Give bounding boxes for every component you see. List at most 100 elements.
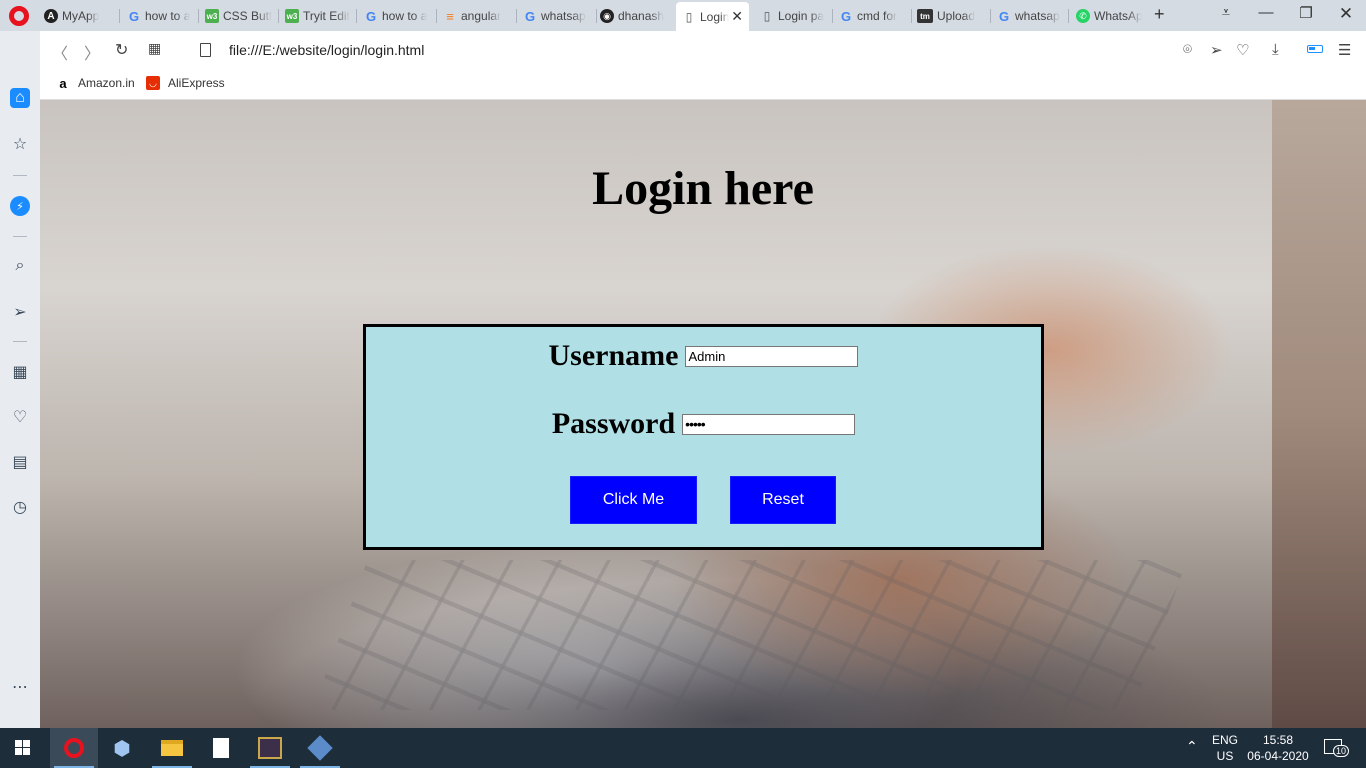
taskbar-app-6[interactable]	[296, 728, 344, 768]
tab-myapp[interactable]: A MyApp	[44, 3, 118, 29]
forward-icon[interactable]: 〉	[84, 40, 100, 64]
google-icon: G	[998, 8, 1010, 24]
sidebar-separator	[13, 341, 27, 342]
google-icon: G	[128, 8, 140, 24]
tab-separator	[516, 9, 517, 23]
bookmark-amazon[interactable]: a Amazon.in	[56, 75, 134, 91]
amazon-icon: a	[59, 75, 67, 91]
reload-icon[interactable]: ↻	[115, 40, 128, 60]
tab-how-to-1[interactable]: G how to a	[127, 3, 193, 29]
taskbar-notepad[interactable]	[197, 728, 245, 768]
google-icon: G	[840, 8, 852, 24]
close-window-button[interactable]: ✕	[1326, 4, 1366, 24]
username-input[interactable]	[685, 345, 859, 367]
page-icon: ▯	[763, 9, 771, 23]
username-label: Username	[548, 339, 679, 372]
tab-menu-icon[interactable]: ⩡	[1206, 4, 1246, 21]
easy-setup-icon[interactable]: ☰	[1338, 41, 1351, 59]
google-icon: G	[524, 8, 536, 24]
taskbar-file-explorer[interactable]	[148, 728, 196, 768]
tab-whatsapp[interactable]: ✆ WhatsAp	[1076, 3, 1142, 29]
opera-icon	[64, 738, 84, 758]
bookmark-label: AliExpress	[168, 76, 225, 90]
reset-button[interactable]: Reset	[730, 476, 836, 524]
taskbar-app-5[interactable]	[246, 728, 294, 768]
history-icon[interactable]: ◷	[10, 497, 30, 517]
tab-title: Upload	[937, 9, 976, 23]
github-icon: ◉	[600, 9, 614, 23]
notification-center-icon[interactable]: 10	[1324, 739, 1350, 757]
tab-title: Login pa	[778, 9, 825, 23]
tab-cmd-for[interactable]: G cmd for	[839, 3, 907, 29]
tab-title: CSS Butt	[223, 9, 273, 23]
tab-how-to-2[interactable]: G how to a	[364, 3, 430, 29]
star-icon[interactable]: ☆	[10, 134, 30, 154]
password-input[interactable]	[682, 413, 856, 435]
tab-upload[interactable]: tm Upload	[917, 3, 985, 29]
messenger-icon[interactable]: ⚡	[10, 196, 30, 216]
tab-separator	[1068, 9, 1069, 23]
tab-angular[interactable]: ≡ angular	[443, 3, 511, 29]
tab-separator	[596, 9, 597, 23]
url-field[interactable]: file:///E:/website/login/login.html	[229, 42, 424, 58]
tab-github[interactable]: ◉ dhanash	[600, 3, 668, 29]
tabs-grid-icon[interactable]: ▦	[148, 40, 161, 57]
send-icon[interactable]: ➢	[1210, 41, 1223, 59]
tab-whatsapp-search-1[interactable]: G whatsap	[523, 3, 591, 29]
sidebar-separator	[13, 236, 27, 237]
tab-whatsapp-search-2[interactable]: G whatsap	[997, 3, 1063, 29]
angular-icon: A	[44, 9, 58, 23]
tinypic-icon: tm	[917, 9, 933, 23]
tab-css-buttons[interactable]: w3 CSS Butt	[205, 3, 273, 29]
password-label: Password	[551, 407, 676, 440]
virtualbox-icon: ⬢	[113, 737, 131, 760]
tab-login-active[interactable]: ▯ Login ✕	[676, 2, 749, 31]
download-icon[interactable]: ⤓	[1272, 41, 1279, 58]
grid-icon[interactable]: ▦	[10, 362, 30, 382]
bookmark-aliexpress[interactable]: ◡ AliExpress	[146, 76, 225, 90]
aliexpress-icon: ◡	[146, 76, 160, 90]
heart-icon[interactable]: ♡	[10, 407, 30, 427]
taskbar-opera[interactable]	[50, 728, 98, 768]
back-icon[interactable]: 〈	[52, 40, 68, 64]
opera-sidebar: ⌂ ☆ ⚡ ⌕ ➢ ▦ ♡ ▤ ◷ ⋯	[0, 31, 40, 728]
clock[interactable]: 15:58 06-04-2020	[1244, 732, 1312, 764]
tab-tryit-editor[interactable]: w3 Tryit Edit	[285, 3, 352, 29]
w3schools-icon: w3	[205, 9, 219, 23]
login-form: Username Password Click Me Reset	[363, 324, 1044, 550]
page-info-icon[interactable]	[200, 43, 211, 57]
home-icon[interactable]: ⌂	[10, 88, 30, 108]
camera-icon[interactable]: ⌾	[1183, 41, 1192, 58]
search-icon[interactable]: ⌕	[10, 256, 30, 276]
news-icon[interactable]: ▤	[10, 452, 30, 472]
tab-title: Login	[700, 9, 730, 24]
minimize-button[interactable]: —	[1246, 4, 1286, 21]
tab-title: cmd for	[857, 9, 898, 23]
close-tab-icon[interactable]: ✕	[731, 8, 743, 25]
tab-title: angular	[461, 9, 502, 23]
tab-separator	[356, 9, 357, 23]
address-bar: 〈 〉 ↻ ▦ file:///E:/website/login/login.h…	[40, 31, 1366, 69]
send-icon[interactable]: ➢	[10, 302, 30, 322]
taskbar-virtualbox[interactable]: ⬢	[98, 728, 146, 768]
opera-menu-icon[interactable]	[9, 6, 29, 26]
restore-button[interactable]: ❐	[1286, 4, 1326, 22]
tab-separator	[832, 9, 833, 23]
document-icon	[213, 738, 229, 758]
new-tab-button[interactable]: +	[1154, 4, 1165, 25]
sidebar-separator	[13, 175, 27, 176]
clock-date: 06-04-2020	[1247, 749, 1309, 763]
more-icon[interactable]: ⋯	[10, 677, 30, 697]
tab-separator	[911, 9, 912, 23]
windows-start-icon[interactable]	[15, 740, 31, 756]
tab-title: whatsap	[1015, 9, 1060, 23]
windows-taskbar: ⬢ ⌃ ENG US 15:58 06-04-2020 10	[0, 728, 1366, 768]
battery-saver-icon[interactable]	[1307, 45, 1323, 53]
heart-icon[interactable]: ♡	[1236, 41, 1249, 59]
page-icon: ▯	[685, 9, 693, 24]
language-indicator[interactable]: ENG US	[1210, 732, 1240, 764]
whatsapp-icon: ✆	[1076, 9, 1090, 23]
tab-login-page[interactable]: ▯ Login pa	[760, 3, 828, 29]
submit-button[interactable]: Click Me	[570, 476, 697, 524]
show-hidden-icons-icon[interactable]: ⌃	[1186, 738, 1198, 755]
